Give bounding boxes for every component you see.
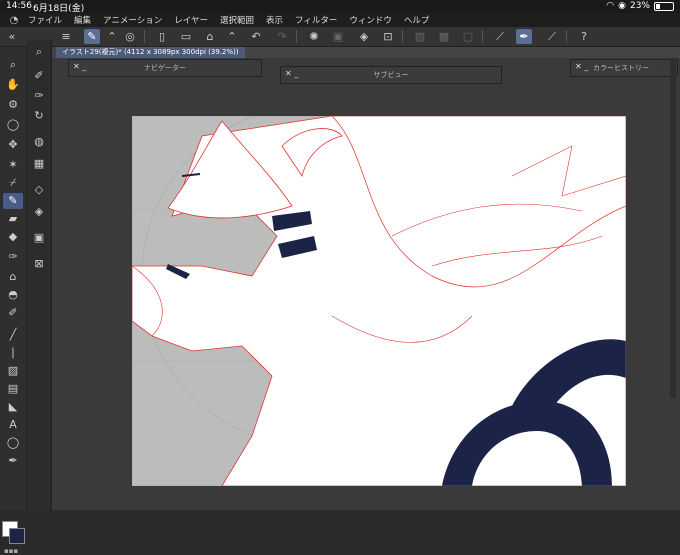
balloon-icon[interactable]: ◯ [3, 435, 23, 451]
selection-icon[interactable]: ▢ [460, 29, 476, 44]
color-history-title: カラーヒストリー [593, 64, 649, 72]
menu-help[interactable]: ヘルプ [404, 14, 430, 26]
eye-icon[interactable]: ◎ [122, 29, 138, 44]
subview-title: サブビュー [373, 71, 409, 79]
color-wheel-icon[interactable]: ◍ [30, 134, 48, 150]
blend-icon[interactable]: ◓ [3, 287, 23, 303]
document-tab[interactable]: イラスト29(複元)* (4112 x 3089px 300dpi (39.2%… [56, 47, 245, 58]
menu-selection[interactable]: 選択範囲 [220, 14, 254, 26]
battery-icon [654, 1, 674, 11]
ruler-icon[interactable]: ⟋ [492, 29, 508, 44]
deselect-icon[interactable]: ▨ [412, 29, 428, 44]
frame-icon[interactable]: ▤ [3, 381, 23, 397]
color-modes-icon[interactable]: ▪▪▪ [4, 547, 18, 555]
background-color[interactable] [9, 528, 25, 544]
color-history-panel[interactable]: ✕ _ カラーヒストリー [570, 59, 678, 77]
airbrush-icon[interactable]: ✐ [3, 305, 23, 321]
new-file-icon[interactable]: ▯ [154, 29, 170, 44]
palette-icon[interactable]: ▦ [30, 156, 48, 172]
brush-icon[interactable]: ✑ [3, 249, 23, 265]
status-bar: 14:56 6月18日(金) ◠ ◉ 23% [0, 0, 680, 14]
menu-file[interactable]: ファイル [28, 14, 62, 26]
crop-icon[interactable]: ⊡ [380, 29, 396, 44]
app-logo-icon[interactable]: ◔ [0, 15, 28, 26]
rotate-sub-icon[interactable]: ↻ [30, 108, 48, 124]
redo-icon[interactable]: ↷ [274, 29, 290, 44]
save-chevron-icon[interactable]: ⌃ [224, 29, 240, 44]
layer-props-icon[interactable]: ◈ [30, 204, 48, 220]
navigator-panel[interactable]: ✕ _ ナビゲーター [68, 59, 262, 77]
navigator-title: ナビゲーター [144, 64, 186, 72]
tool-palette: ⌕ ✋ ⚙ ◯ ✥ ✶ ⌿ ✎ ▰ ◆ ✑ ⌂ ◓ ✐ ╱ ❘ ▨ ▤ ◣ A … [0, 47, 27, 555]
menu-view[interactable]: 表示 [266, 14, 283, 26]
move-icon[interactable]: ✥ [3, 137, 23, 153]
search-icon[interactable]: ⌕ [30, 44, 48, 60]
magic-wand-icon[interactable]: ✶ [3, 157, 23, 173]
fill-icon[interactable]: ◈ [356, 29, 372, 44]
document-tab-bar: イラスト29(複元)* (4112 x 3089px 300dpi (39.2%… [52, 47, 680, 58]
illustration-canvas[interactable] [132, 116, 626, 486]
collapse-icon[interactable]: « [4, 29, 20, 44]
zoom-icon[interactable]: ⌕ [3, 57, 23, 73]
close-panel-icon[interactable]: ⊠ [30, 256, 48, 272]
menu-bar: ◔ ファイル 編集 アニメーション レイヤー 選択範囲 表示 フィルター ウィン… [0, 13, 680, 27]
scrollbar[interactable] [670, 58, 676, 398]
eraser-icon[interactable]: ▰ [3, 211, 23, 227]
menu-layer[interactable]: レイヤー [174, 14, 208, 26]
text-icon[interactable]: A [3, 417, 23, 433]
battery-percent: 23% [629, 1, 650, 11]
eyedropper-icon[interactable]: ⌿ [3, 175, 23, 191]
rotation-lock-icon: ◉ [618, 1, 626, 11]
menu-animation[interactable]: アニメーション [103, 14, 162, 26]
hand-icon[interactable]: ✋ [3, 77, 23, 93]
invert-selection-icon[interactable]: ▩ [436, 29, 452, 44]
layers-icon[interactable]: ◇ [30, 182, 48, 198]
edit-tool-icon[interactable]: ✎ [84, 29, 100, 44]
wifi-icon: ◠ [606, 1, 615, 11]
ruler-tool-icon[interactable]: ◣ [3, 399, 23, 415]
status-right: ◠ ◉ 23% [606, 1, 674, 11]
battery-fill [656, 3, 660, 9]
status-time: 14:56 [6, 1, 32, 11]
pen-sub-icon[interactable]: ✐ [30, 68, 48, 84]
material-icon[interactable]: ▣ [30, 230, 48, 246]
pen-icon[interactable]: ✎ [3, 193, 23, 209]
color-swatch[interactable] [2, 521, 25, 544]
brush-sub-icon[interactable]: ✑ [30, 88, 48, 104]
gradient-icon[interactable]: ▨ [3, 363, 23, 379]
decoration-icon[interactable]: ⌂ [3, 269, 23, 285]
subview-panel[interactable]: ✕ _ サブビュー [280, 66, 502, 84]
menu-icon[interactable]: ≡ [58, 29, 74, 44]
operation-icon[interactable]: ⚙ [3, 97, 23, 113]
open-folder-icon[interactable]: ▭ [178, 29, 194, 44]
pen-stabilizer-icon[interactable]: ✒ [516, 29, 532, 44]
menu-window[interactable]: ウィンドウ [349, 14, 392, 26]
fill-bucket-icon[interactable]: ◆ [3, 229, 23, 245]
save-icon[interactable]: ⌂ [202, 29, 218, 44]
menu-edit[interactable]: 編集 [74, 14, 91, 26]
pen-line-icon[interactable]: ⟋ [544, 29, 560, 44]
lasso-icon[interactable]: ◯ [3, 117, 23, 133]
command-bar: « ≡ ✎ ⌃ ◎ ▯ ▭ ⌂ ⌃ ↶ ↷ ✺ ▣ ◈ ⊡ ▨ ▩ ▢ ⟋ ✒ … [0, 27, 680, 47]
close-icon[interactable]: ✕ _ [575, 62, 588, 71]
loading-icon[interactable]: ✺ [306, 29, 322, 44]
undo-icon[interactable]: ↶ [248, 29, 264, 44]
chevron-icon[interactable]: ⌃ [104, 29, 120, 44]
copy-icon[interactable]: ▣ [330, 29, 346, 44]
line-icon[interactable]: ╱ [3, 327, 23, 343]
drops-icon[interactable]: ❘ [3, 345, 23, 361]
help-icon[interactable]: ? [576, 29, 592, 44]
correction-icon[interactable]: ✒ [3, 453, 23, 469]
menu-filter[interactable]: フィルター [295, 14, 337, 26]
sub-tool-palette: ⌕ ✐ ✑ ↻ ◍ ▦ ◇ ◈ ▣ ⊠ [27, 40, 52, 510]
